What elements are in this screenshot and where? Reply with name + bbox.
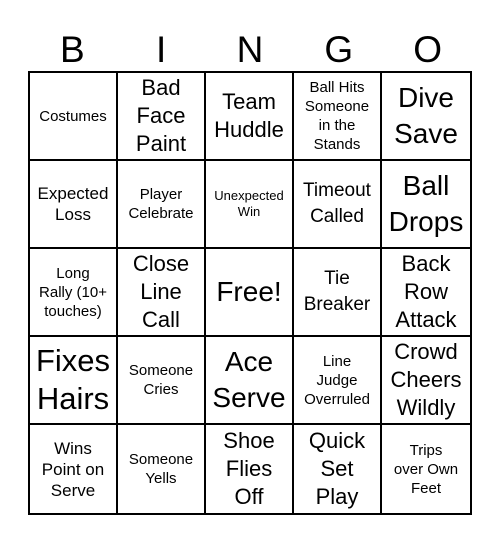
bingo-cell-r2-c2[interactable]: Player Celebrate bbox=[118, 161, 206, 249]
bingo-cell-r1-c5[interactable]: Dive Save bbox=[382, 73, 470, 161]
cell-label: Someone Cries bbox=[128, 362, 194, 398]
cell-label: Player Celebrate bbox=[128, 186, 194, 222]
bingo-header: B I N G O bbox=[28, 28, 472, 71]
cell-label: Bad Face Paint bbox=[135, 75, 187, 156]
free-space-cell[interactable]: Free! bbox=[206, 249, 294, 337]
cell-label: Team Huddle bbox=[214, 89, 284, 142]
cell-label: Crowd Cheers Wildly bbox=[390, 339, 462, 420]
bingo-cell-r2-c3[interactable]: Unexpected Win bbox=[206, 161, 294, 249]
bingo-cell-r3-c2[interactable]: Close Line Call bbox=[118, 249, 206, 337]
cell-label: Ace Serve bbox=[212, 346, 286, 413]
cell-label: Someone Yells bbox=[128, 451, 194, 487]
cell-label: Fixes Hairs bbox=[35, 343, 111, 416]
cell-label: Long Rally (10+ touches) bbox=[39, 264, 107, 320]
header-letter-o: O bbox=[413, 29, 442, 70]
header-letter-i: I bbox=[156, 29, 167, 70]
header-letter-n: N bbox=[236, 29, 264, 70]
bingo-cell-r3-c1[interactable]: Long Rally (10+ touches) bbox=[30, 249, 118, 337]
bingo-cell-r4-c5[interactable]: Crowd Cheers Wildly bbox=[382, 337, 470, 425]
bingo-cell-r5-c2[interactable]: Someone Yells bbox=[118, 425, 206, 513]
bingo-cell-r1-c1[interactable]: Costumes bbox=[30, 73, 118, 161]
bingo-board: Costumes Bad Face Paint Team Huddle Ball… bbox=[28, 71, 472, 515]
free-space-label: Free! bbox=[216, 276, 282, 307]
cell-label: Tie Breaker bbox=[303, 268, 371, 315]
bingo-cell-r4-c4[interactable]: Line Judge Overruled bbox=[294, 337, 382, 425]
bingo-cell-r5-c4[interactable]: Quick Set Play bbox=[294, 425, 382, 513]
cell-label: Ball Hits Someone in the Stands bbox=[304, 79, 370, 153]
cell-label: Ball Drops bbox=[388, 170, 464, 237]
cell-label: Dive Save bbox=[394, 82, 458, 149]
cell-label: Trips over Own Feet bbox=[393, 441, 459, 497]
bingo-cell-r2-c5[interactable]: Ball Drops bbox=[382, 161, 470, 249]
cell-label: Quick Set Play bbox=[308, 428, 366, 509]
cell-label: Unexpected Win bbox=[214, 188, 284, 219]
bingo-cell-r1-c2[interactable]: Bad Face Paint bbox=[118, 73, 206, 161]
cell-label: Costumes bbox=[39, 107, 107, 125]
cell-label: Timeout Called bbox=[303, 180, 371, 227]
bingo-cell-r3-c5[interactable]: Back Row Attack bbox=[382, 249, 470, 337]
bingo-cell-r4-c1[interactable]: Fixes Hairs bbox=[30, 337, 118, 425]
bingo-cell-r2-c1[interactable]: Expected Loss bbox=[30, 161, 118, 249]
bingo-cell-r1-c3[interactable]: Team Huddle bbox=[206, 73, 294, 161]
cell-label: Expected Loss bbox=[37, 184, 109, 224]
bingo-cell-r3-c4[interactable]: Tie Breaker bbox=[294, 249, 382, 337]
cell-label: Line Judge Overruled bbox=[304, 352, 370, 408]
header-letter-b: B bbox=[60, 29, 85, 70]
bingo-cell-r1-c4[interactable]: Ball Hits Someone in the Stands bbox=[294, 73, 382, 161]
bingo-cell-r5-c1[interactable]: Wins Point on Serve bbox=[30, 425, 118, 513]
cell-label: Close Line Call bbox=[132, 251, 190, 332]
cell-label: Shoe Flies Off bbox=[223, 428, 275, 509]
cell-label: Back Row Attack bbox=[395, 251, 457, 332]
cell-label: Wins Point on Serve bbox=[41, 438, 105, 500]
bingo-cell-r4-c2[interactable]: Someone Cries bbox=[118, 337, 206, 425]
bingo-cell-r5-c3[interactable]: Shoe Flies Off bbox=[206, 425, 294, 513]
bingo-cell-r2-c4[interactable]: Timeout Called bbox=[294, 161, 382, 249]
bingo-cell-r5-c5[interactable]: Trips over Own Feet bbox=[382, 425, 470, 513]
bingo-cell-r4-c3[interactable]: Ace Serve bbox=[206, 337, 294, 425]
header-letter-g: G bbox=[324, 29, 354, 70]
